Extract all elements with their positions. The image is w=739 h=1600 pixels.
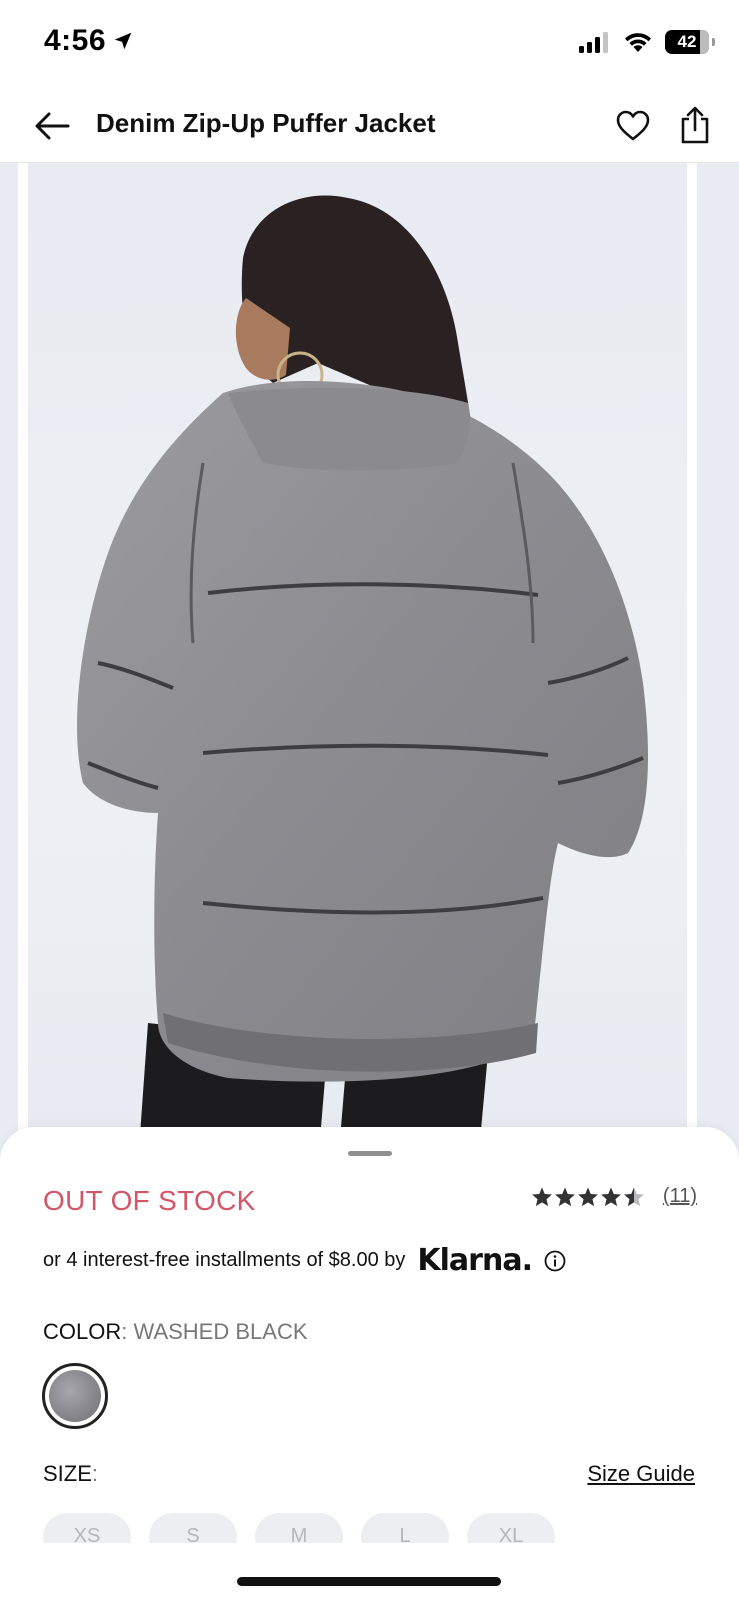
- size-option-xs[interactable]: XS: [43, 1513, 131, 1543]
- star-icon: [555, 1186, 575, 1206]
- star-icon: [601, 1186, 621, 1206]
- next-image-peek: [697, 163, 739, 1163]
- product-details-sheet[interactable]: OUT OF STOCK (11) or 4 interest-free ins…: [0, 1127, 739, 1600]
- home-indicator[interactable]: [237, 1577, 501, 1586]
- status-time-label: 4:56: [44, 24, 107, 57]
- product-image-gallery[interactable]: [0, 163, 739, 1163]
- favorite-button[interactable]: [611, 104, 655, 148]
- size-option-l[interactable]: L: [361, 1513, 449, 1543]
- share-button[interactable]: [673, 102, 717, 148]
- size-guide-link[interactable]: Size Guide: [587, 1461, 695, 1487]
- status-icons: 42: [579, 30, 715, 54]
- previous-image-peek: [0, 163, 18, 1163]
- status-time: 4:56: [44, 24, 134, 58]
- page-title: Denim Zip-Up Puffer Jacket: [96, 108, 436, 138]
- star-icon: [578, 1186, 598, 1206]
- battery-icon: 42: [665, 30, 715, 54]
- color-selector-label: COLOR: WASHED BLACK: [43, 1319, 308, 1345]
- back-arrow-icon: [35, 112, 70, 140]
- battery-level: 42: [677, 32, 697, 51]
- star-icon: [532, 1186, 552, 1206]
- sheet-grabber-handle[interactable]: [348, 1151, 392, 1156]
- klarna-logo: Klarna.: [417, 1243, 533, 1278]
- color-swatch-washed-black[interactable]: [42, 1363, 108, 1429]
- heart-icon: [616, 110, 650, 141]
- nav-header: Denim Zip-Up Puffer Jacket: [0, 90, 739, 163]
- size-options: XS S M L XL: [43, 1513, 555, 1543]
- installments-text: or 4 interest-free installments of $8.00…: [43, 1249, 406, 1271]
- location-arrow-icon: [114, 32, 132, 50]
- color-value: WASHED BLACK: [133, 1319, 308, 1344]
- status-bar: 4:56 42: [0, 0, 739, 90]
- swatch-fill: [49, 1370, 101, 1422]
- product-rating[interactable]: (11): [531, 1185, 697, 1208]
- stock-status: OUT OF STOCK: [43, 1185, 256, 1216]
- half-star-icon: [624, 1186, 644, 1206]
- size-option-s[interactable]: S: [149, 1513, 237, 1543]
- size-separator: :: [91, 1461, 99, 1486]
- size-label: SIZE: [43, 1461, 92, 1486]
- back-button[interactable]: [30, 104, 74, 148]
- size-option-xl[interactable]: XL: [467, 1513, 555, 1543]
- size-option-m[interactable]: M: [255, 1513, 343, 1543]
- cellular-signal-icon: [579, 32, 608, 53]
- color-label: COLOR: [43, 1319, 122, 1344]
- jacket-photo-illustration: [77, 195, 648, 1163]
- size-selector-label: SIZE:: [43, 1461, 98, 1487]
- product-image: [28, 163, 687, 1163]
- review-count-link[interactable]: (11): [663, 1185, 697, 1208]
- klarna-installments: or 4 interest-free installments of $8.00…: [43, 1243, 566, 1278]
- color-separator: :: [121, 1319, 128, 1344]
- info-icon[interactable]: [544, 1250, 566, 1272]
- share-icon: [681, 106, 709, 144]
- wifi-icon: [625, 33, 651, 52]
- rating-stars: [531, 1186, 645, 1208]
